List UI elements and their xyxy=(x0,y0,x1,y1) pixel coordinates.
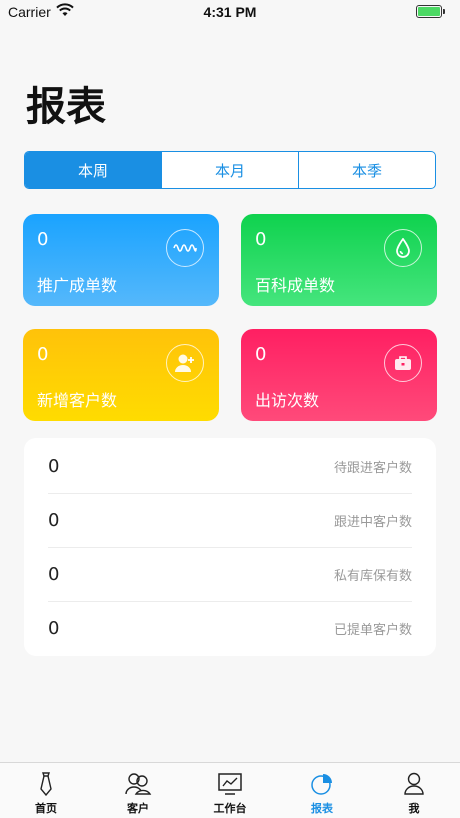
summary-row[interactable]: 0 已提单客户数 xyxy=(48,601,412,655)
summary-row[interactable]: 0 跟进中客户数 xyxy=(48,493,412,547)
page-title: 报表 xyxy=(26,84,106,130)
card-label: 百科成单数 xyxy=(255,276,336,295)
battery-icon xyxy=(416,5,445,18)
tab-label: 客户 xyxy=(127,802,149,815)
tab-label: 首页 xyxy=(35,802,57,815)
visits-card[interactable]: 0 出访次数 xyxy=(241,329,437,421)
summary-value: 0 xyxy=(48,509,60,531)
customers-icon xyxy=(124,771,152,797)
promotion-orders-card[interactable]: 0 推广成单数 xyxy=(23,214,219,306)
summary-label: 已提单客户数 xyxy=(333,622,412,638)
drop-icon xyxy=(384,229,422,267)
monitor-chart-icon xyxy=(216,771,244,797)
briefcase-icon xyxy=(384,344,422,382)
tab-label: 报表 xyxy=(311,802,333,815)
summary-row[interactable]: 0 私有库保有数 xyxy=(48,547,412,601)
tab-customers[interactable]: 客户 xyxy=(92,763,184,818)
card-label: 出访次数 xyxy=(255,391,320,410)
summary-row[interactable]: 0 待跟进客户数 xyxy=(48,439,412,493)
card-value: 0 xyxy=(255,229,267,250)
customer-summary-panel: 0 待跟进客户数 0 跟进中客户数 0 私有库保有数 0 已提单客户数 xyxy=(24,438,436,656)
summary-label: 待跟进客户数 xyxy=(333,460,412,476)
segment-this-month[interactable]: 本月 xyxy=(161,152,298,188)
period-segmented-control: 本周 本月 本季 xyxy=(24,151,436,189)
pie-chart-icon xyxy=(308,771,336,797)
tab-me[interactable]: 我 xyxy=(368,763,460,818)
add-user-icon xyxy=(166,344,204,382)
clock: 4:31 PM xyxy=(203,4,257,20)
card-value: 0 xyxy=(37,344,49,365)
tab-label: 工作台 xyxy=(213,802,247,815)
segment-this-week[interactable]: 本周 xyxy=(25,152,161,188)
tab-reports[interactable]: 报表 xyxy=(276,763,368,818)
new-customers-card[interactable]: 0 新增客户数 xyxy=(23,329,219,421)
wave-icon xyxy=(166,229,204,267)
status-bar: Carrier 4:31 PM xyxy=(0,0,460,24)
summary-value: 0 xyxy=(48,617,60,639)
tab-bar: 首页 客户 工作台 报表 我 xyxy=(0,762,460,818)
summary-label: 私有库保有数 xyxy=(333,568,412,584)
card-label: 推广成单数 xyxy=(37,276,118,295)
tab-home[interactable]: 首页 xyxy=(0,763,92,818)
card-value: 0 xyxy=(255,344,267,365)
tab-workbench[interactable]: 工作台 xyxy=(184,763,276,818)
tab-label: 我 xyxy=(408,802,420,815)
card-label: 新增客户数 xyxy=(37,391,118,410)
segment-this-quarter[interactable]: 本季 xyxy=(298,152,435,188)
summary-value: 0 xyxy=(48,563,60,585)
tie-icon xyxy=(32,771,60,797)
summary-label: 跟进中客户数 xyxy=(333,514,412,530)
baike-orders-card[interactable]: 0 百科成单数 xyxy=(241,214,437,306)
summary-value: 0 xyxy=(48,455,60,477)
person-icon xyxy=(400,771,428,797)
card-value: 0 xyxy=(37,229,49,250)
